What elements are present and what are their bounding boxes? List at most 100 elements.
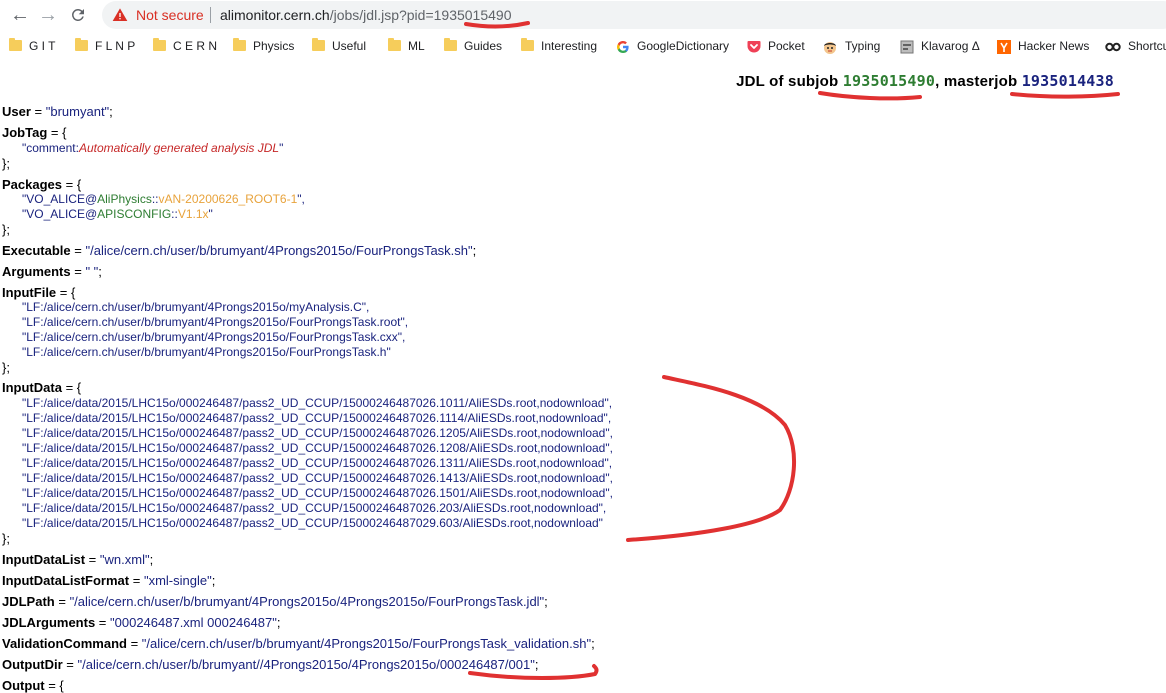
- bookmark-guides[interactable]: Guides: [444, 34, 502, 58]
- inputdata-item: "LF:/alice/data/2015/LHC15o/000246487/pa…: [22, 396, 613, 410]
- masterjob-id[interactable]: 1935014438: [1022, 72, 1114, 90]
- pkg-version: vAN-20200626_ROOT6-1: [158, 192, 298, 206]
- subjob-id[interactable]: 1935015490: [843, 72, 935, 90]
- bookmark-label: C E R N: [173, 39, 218, 53]
- folder-icon: [233, 38, 246, 52]
- pocket-icon: [747, 41, 761, 53]
- jdl-packages: Packages = {: [2, 177, 82, 192]
- jdl-value: " ": [85, 264, 99, 279]
- inputdata-item: "LF:/alice/data/2015/LHC15o/000246487/pa…: [22, 516, 603, 530]
- jdl-value: "brumyant": [45, 104, 110, 119]
- bookmark-label: Physics: [253, 39, 295, 53]
- jobtag-close: };: [2, 156, 10, 171]
- inputdata-item: "LF:/alice/data/2015/LHC15o/000246487/pa…: [22, 456, 613, 470]
- inputdata-close: };: [2, 531, 10, 546]
- jdl-value: "/alice/cern.ch/user/b/brumyant/4Prongs2…: [69, 594, 545, 609]
- google-icon: [617, 40, 629, 53]
- bookmark-ml[interactable]: ML: [388, 34, 425, 58]
- jdl-key: Arguments: [2, 264, 71, 279]
- jdl-validationcommand: ValidationCommand = "/alice/cern.ch/user…: [2, 636, 595, 651]
- bookmark-googledictionary[interactable]: GoogleDictionary: [616, 34, 729, 58]
- jdl-value: "/alice/cern.ch/user/b/brumyant/4Prongs2…: [85, 243, 473, 258]
- pkg-prefix: "VO_ALICE@: [22, 207, 98, 221]
- jdl-key: ValidationCommand: [2, 636, 127, 651]
- omnibox-divider: [210, 7, 211, 23]
- bookmark-typing[interactable]: Typing: [822, 34, 880, 58]
- folder-icon: [388, 38, 401, 52]
- inputfile-close: };: [2, 360, 10, 375]
- bookmark-pocket[interactable]: Pocket: [747, 34, 805, 58]
- inputfile-item: "LF:/alice/cern.ch/user/b/brumyant/4Pron…: [22, 345, 391, 359]
- pkg-end: ": [208, 207, 213, 221]
- folder-icon: [312, 38, 325, 52]
- jdl-key: JDLPath: [2, 594, 55, 609]
- bookmark-cern[interactable]: C E R N: [153, 34, 217, 58]
- typing-icon: [824, 41, 836, 54]
- bookmark-flnp[interactable]: F L N P: [75, 34, 135, 58]
- inputfile-item: "LF:/alice/cern.ch/user/b/brumyant/4Pron…: [22, 300, 370, 314]
- package-item: "VO_ALICE@AliPhysics::vAN-20200626_ROOT6…: [22, 192, 305, 207]
- bookmark-label: Interesting: [541, 39, 598, 53]
- browser-toolbar: ← → Not secure alimonitor.cern.ch/jobs/j…: [0, 0, 1166, 30]
- reload-icon: [72, 9, 84, 21]
- jdl-value: "/alice/cern.ch/user/b/brumyant//4Prongs…: [77, 657, 535, 672]
- jdl-key: InputFile: [2, 285, 57, 300]
- bookmarks-bar: G I T F L N P C E R N Physics Useful ML …: [0, 34, 1166, 58]
- bookmark-useful[interactable]: Useful: [312, 34, 366, 58]
- bookmark-label: Typing: [845, 39, 881, 53]
- back-button[interactable]: ←: [8, 3, 32, 27]
- jdl-key: JobTag: [2, 125, 48, 140]
- jdl-user: User = "brumyant";: [2, 104, 113, 119]
- forward-button[interactable]: →: [36, 3, 60, 27]
- pkg-prefix: "VO_ALICE@: [22, 192, 98, 206]
- jdl-key: JDLArguments: [2, 615, 96, 630]
- bookmark-label: F L N P: [95, 39, 136, 53]
- jdl-value: "wn.xml": [99, 552, 150, 567]
- pkg-version: V1.1x: [177, 207, 209, 221]
- jdl-key: InputDataListFormat: [2, 573, 130, 588]
- jobtag-comment: "comment:Automatically generated analysi…: [22, 141, 283, 156]
- bookmark-label: Pocket: [768, 39, 805, 53]
- inputfile-item: "LF:/alice/cern.ch/user/b/brumyant/4Pron…: [22, 330, 406, 344]
- url-text[interactable]: alimonitor.cern.ch/jobs/jdl.jsp?pid=1935…: [220, 6, 511, 24]
- jdl-title: JDL of subjob 1935015490, masterjob 1935…: [736, 72, 1114, 90]
- jdl-jobtag: JobTag = {: [2, 125, 67, 140]
- bookmark-label: Useful: [332, 39, 367, 53]
- jdl-key: OutputDir: [2, 657, 63, 672]
- jdl-arguments: Arguments = " ";: [2, 264, 102, 279]
- jdl-key: Packages: [2, 177, 62, 192]
- bookmark-hacker-news[interactable]: Hacker News: [997, 34, 1089, 58]
- jdl-inputdatalist: InputDataList = "wn.xml";: [2, 552, 154, 567]
- jdl-key: User: [2, 104, 31, 119]
- jdl-value: "000246487.xml 000246487": [110, 615, 277, 630]
- bookmark-interesting[interactable]: Interesting: [521, 34, 597, 58]
- bookmark-shortcuts[interactable]: Shortcu: [1105, 34, 1166, 58]
- inputfile-item: "LF:/alice/cern.ch/user/b/brumyant/4Pron…: [22, 315, 409, 329]
- address-bar[interactable]: Not secure alimonitor.cern.ch/jobs/jdl.j…: [102, 1, 1166, 29]
- warning-triangle-icon: [112, 8, 128, 21]
- bookmark-git[interactable]: G I T: [9, 34, 55, 58]
- bookmark-physics[interactable]: Physics: [233, 34, 294, 58]
- pkg-name: APISCONFIG: [97, 207, 172, 221]
- inputdata-item: "LF:/alice/data/2015/LHC15o/000246487/pa…: [22, 426, 613, 440]
- security-status[interactable]: Not secure: [136, 6, 204, 24]
- bookmark-label: Shortcu: [1128, 39, 1166, 53]
- pkg-end: ",: [297, 192, 305, 206]
- jdl-key: InputDataList: [2, 552, 86, 567]
- bookmark-klavarog[interactable]: Klavarog Δ: [900, 34, 980, 58]
- folder-icon: [75, 38, 88, 52]
- inputdata-item: "LF:/alice/data/2015/LHC15o/000246487/pa…: [22, 441, 613, 455]
- reload-button[interactable]: [66, 3, 90, 27]
- folder-icon: [444, 38, 457, 52]
- jdl-key: Executable: [2, 243, 71, 258]
- jdl-inputdatalistformat: InputDataListFormat = "xml-single";: [2, 573, 216, 588]
- folder-icon: [521, 38, 534, 52]
- arrow-left-icon: ←: [10, 4, 30, 26]
- jdl-jdlpath: JDLPath = "/alice/cern.ch/user/b/brumyan…: [2, 594, 548, 609]
- inputdata-item: "LF:/alice/data/2015/LHC15o/000246487/pa…: [22, 486, 613, 500]
- bookmark-label: G I T: [29, 39, 56, 53]
- jdl-outputdir: OutputDir = "/alice/cern.ch/user/b/brumy…: [2, 657, 539, 672]
- jdl-executable: Executable = "/alice/cern.ch/user/b/brum…: [2, 243, 477, 258]
- bookmark-label: Hacker News: [1018, 39, 1090, 53]
- arrow-right-icon: →: [38, 4, 58, 26]
